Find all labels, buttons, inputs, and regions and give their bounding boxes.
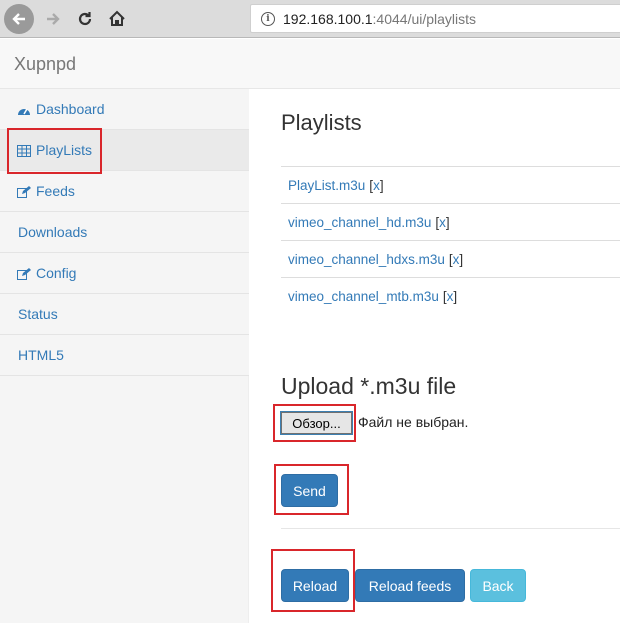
sidebar-item-label: Status: [18, 306, 58, 322]
url-path: :4044/ui/playlists: [372, 10, 477, 27]
playlist-row: vimeo_channel_hdxs.m3u [x]: [281, 240, 620, 277]
delete-playlist-link[interactable]: x: [453, 252, 460, 267]
reload-icon[interactable]: [70, 4, 100, 34]
delete-control: [x]: [369, 177, 384, 193]
info-icon[interactable]: i: [261, 11, 275, 26]
delete-control: [x]: [442, 288, 458, 304]
delete-playlist-link[interactable]: x: [373, 178, 380, 193]
sidebar-item-dashboard[interactable]: Dashboard: [0, 89, 249, 130]
file-status: Файл не выбран.: [358, 414, 469, 430]
edit-icon: [17, 267, 31, 280]
highlight-frame: [271, 549, 355, 612]
sidebar-item-label: Feeds: [36, 183, 75, 199]
playlist-link[interactable]: vimeo_channel_hd.m3u: [288, 215, 431, 230]
sidebar-item-label: HTML5: [18, 347, 64, 363]
page-title: Playlists: [281, 110, 362, 135]
playlist-row: PlayList.m3u [x]: [281, 166, 620, 203]
playlist-row: vimeo_channel_mtb.m3u [x]: [281, 277, 620, 314]
highlight-frame: [7, 128, 102, 174]
url-host: 192.168.100.1: [283, 10, 373, 27]
highlight-frame: [273, 404, 356, 442]
home-icon[interactable]: [102, 4, 132, 34]
sidebar-item-html5[interactable]: HTML5: [0, 335, 249, 376]
arrow-right-icon[interactable]: [38, 4, 68, 34]
sidebar-item-label: Config: [36, 265, 77, 281]
browser-toolbar: i 192.168.100.1 :4044/ui/playlists: [0, 0, 620, 38]
edit-icon: [17, 185, 31, 198]
sidebar-item-config[interactable]: Config: [0, 253, 249, 294]
app-navbar: Xupnpd: [0, 39, 620, 89]
arrow-left-icon[interactable]: [4, 4, 34, 34]
delete-playlist-link[interactable]: x: [439, 215, 446, 230]
delete-control: [x]: [448, 251, 464, 267]
sidebar-item-status[interactable]: Status: [0, 294, 249, 335]
playlist-link[interactable]: vimeo_channel_hdxs.m3u: [288, 252, 445, 267]
playlist-link[interactable]: PlayList.m3u: [288, 178, 365, 193]
address-bar[interactable]: i 192.168.100.1 :4044/ui/playlists: [250, 4, 620, 33]
reload-feeds-button[interactable]: Reload feeds: [355, 569, 465, 602]
divider: [281, 528, 620, 529]
back-button[interactable]: Back: [470, 569, 526, 602]
brand-title[interactable]: Xupnpd: [14, 54, 76, 75]
sidebar-item-label: Dashboard: [36, 101, 105, 117]
playlist-link[interactable]: vimeo_channel_mtb.m3u: [288, 289, 439, 304]
sidebar-item-label: Downloads: [18, 224, 88, 240]
dashboard-icon: [17, 103, 31, 115]
delete-control: [x]: [435, 214, 450, 230]
upload-title: Upload *.m3u file: [281, 373, 457, 399]
highlight-frame: [274, 464, 349, 515]
sidebar-item-feeds[interactable]: Feeds: [0, 171, 249, 212]
playlist-row: vimeo_channel_hd.m3u [x]: [281, 203, 620, 240]
delete-playlist-link[interactable]: x: [447, 289, 454, 304]
sidebar-item-downloads[interactable]: Downloads: [0, 212, 249, 253]
